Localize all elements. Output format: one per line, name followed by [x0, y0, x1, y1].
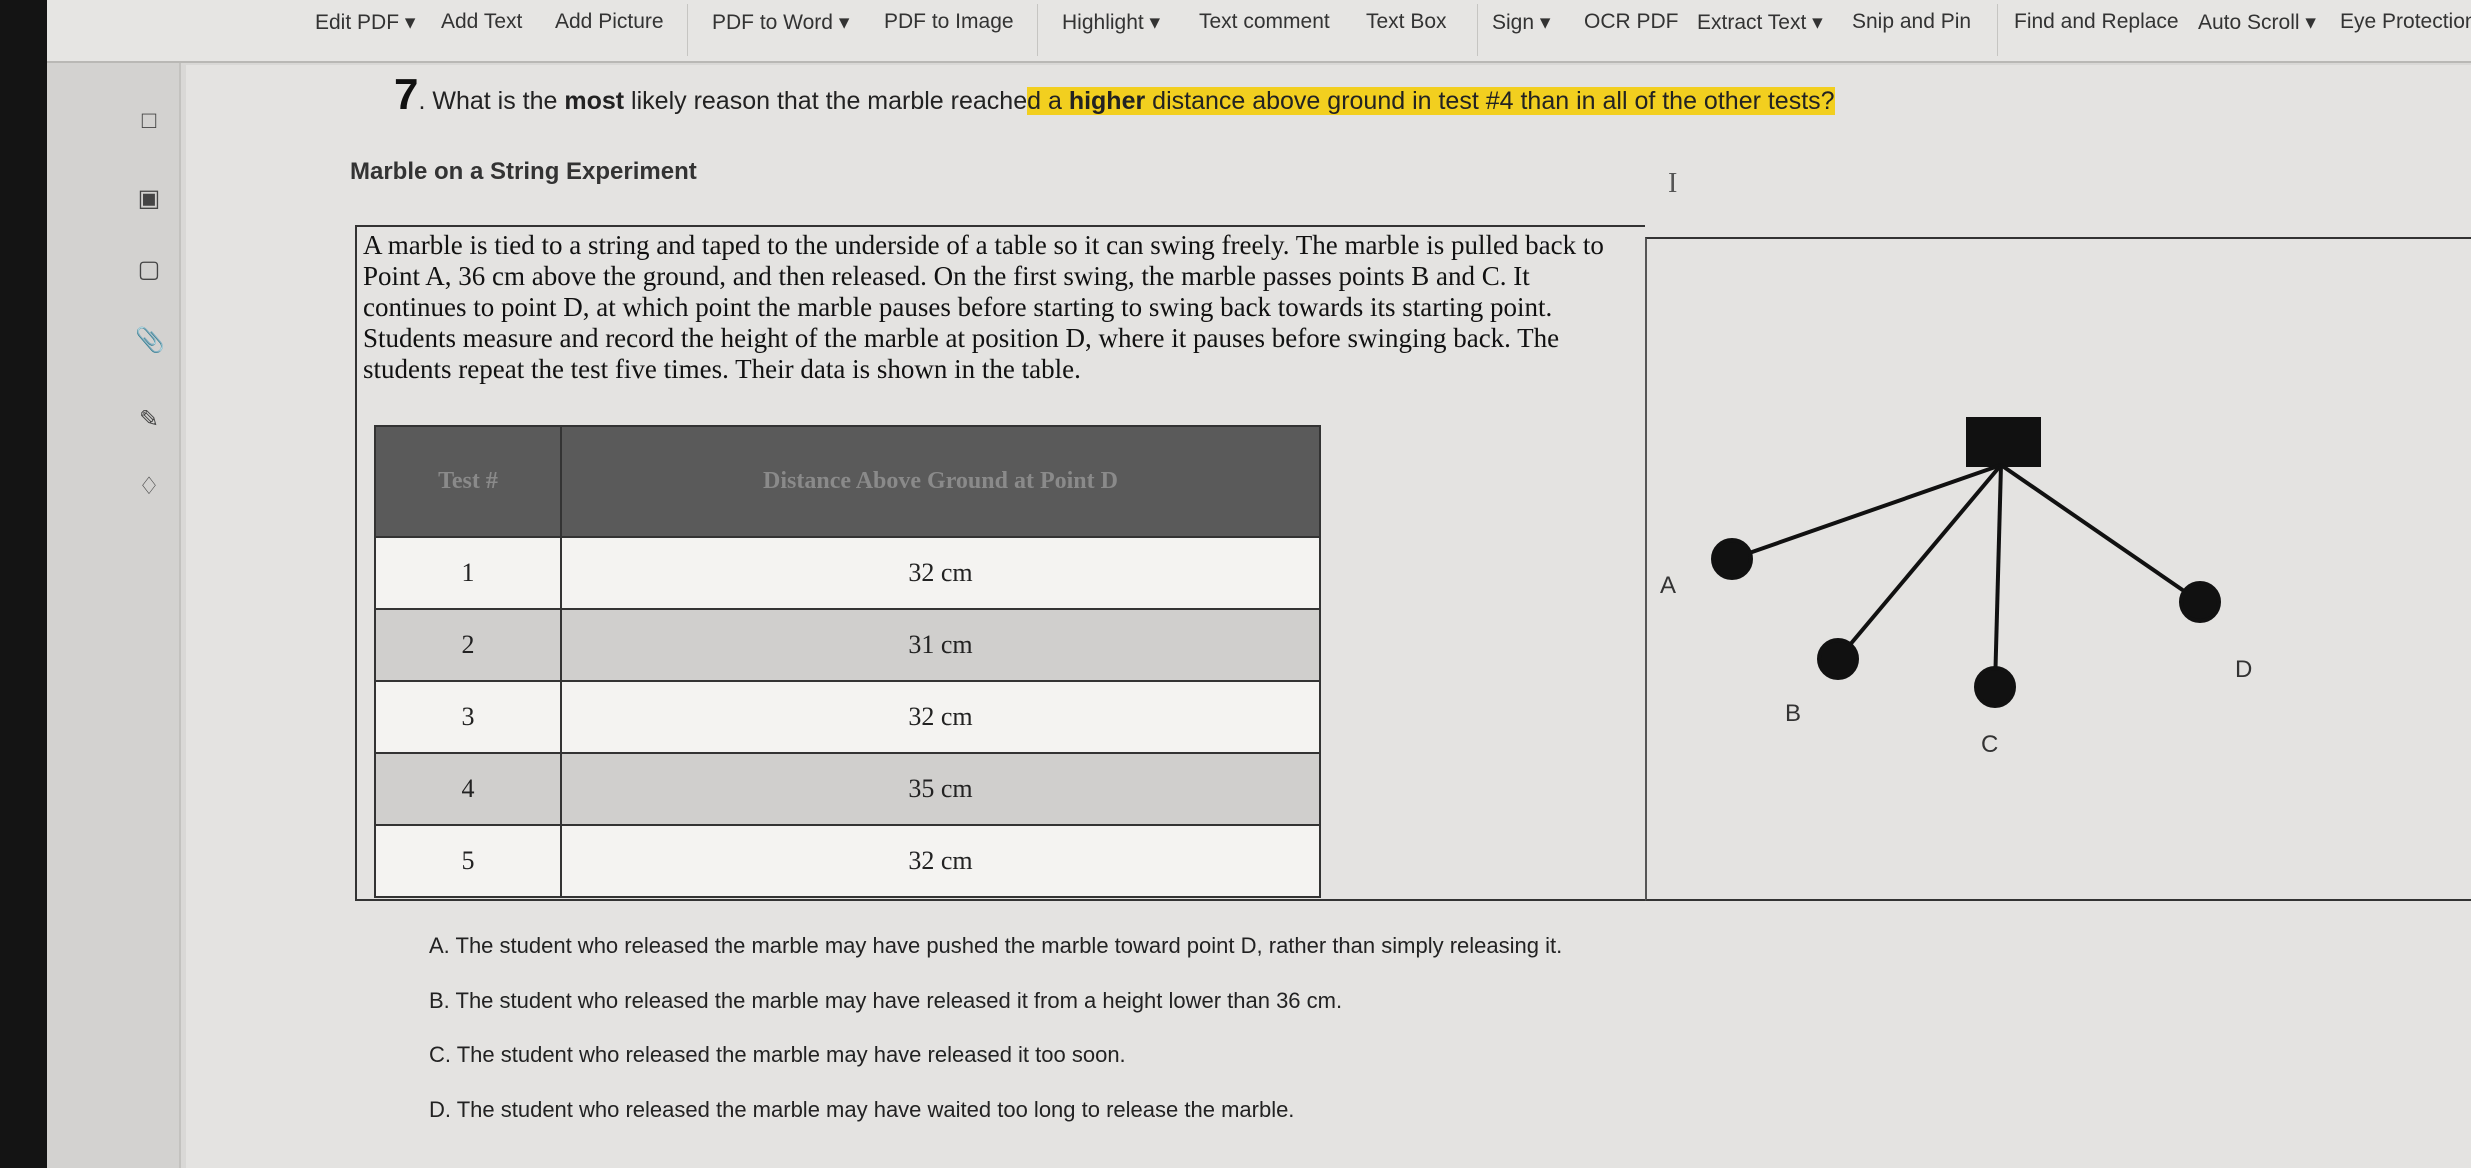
- ocr-pdf-button[interactable]: OCR PDF: [1584, 10, 1679, 34]
- passage-text: A marble is tied to a string and taped t…: [363, 230, 1604, 384]
- pdf-to-image-button[interactable]: PDF to Image: [884, 10, 1014, 34]
- pendulum-diagram: [1711, 417, 2221, 708]
- toolbar: Edit PDF ▾ Add Text Add Picture PDF to W…: [47, 0, 2471, 63]
- extract-text-button[interactable]: Extract Text ▾: [1697, 10, 1823, 35]
- comment-icon[interactable]: ▢: [135, 256, 163, 284]
- signature-icon[interactable]: ✎: [135, 406, 163, 434]
- point-c-label: C: [1981, 731, 1999, 758]
- cell: 32 cm: [560, 536, 1321, 610]
- marble-b: [1817, 638, 1859, 680]
- divider: [1997, 4, 1998, 56]
- attachment-icon[interactable]: 📎: [135, 327, 165, 355]
- cell: 2: [374, 608, 562, 682]
- left-sidebar: □ ▣ ▢ 📎 ✎ ♢: [47, 63, 181, 1168]
- data-table: Test # Distance Above Ground at Point D 1…: [374, 425, 1321, 898]
- table-row: 4 35 cm: [374, 752, 1321, 826]
- column-header: Distance Above Ground at Point D: [560, 425, 1321, 538]
- add-picture-button[interactable]: Add Picture: [555, 10, 664, 34]
- text-cursor-icon: I: [1668, 168, 1678, 199]
- text-box-button[interactable]: Text Box: [1366, 10, 1447, 34]
- string-c: [1993, 464, 2003, 688]
- find-and-replace-button[interactable]: Find and Replace: [2014, 10, 2179, 34]
- answer-choice-d[interactable]: D. The student who released the marble m…: [429, 1097, 1294, 1123]
- point-b-label: B: [1785, 700, 1802, 727]
- marble-d: [2179, 581, 2221, 623]
- pdf-to-word-button[interactable]: PDF to Word ▾: [712, 10, 849, 35]
- table-block: [1966, 417, 2041, 467]
- cell: 1: [374, 536, 562, 610]
- bookmark-icon[interactable]: □: [135, 107, 163, 135]
- table-header-row: Test # Distance Above Ground at Point D: [374, 425, 1321, 538]
- string-d: [1999, 463, 2202, 604]
- divider: [687, 4, 688, 56]
- sign-button[interactable]: Sign ▾: [1492, 10, 1550, 35]
- table-row: 2 31 cm: [374, 608, 1321, 682]
- answer-choice-a[interactable]: A. The student who released the marble m…: [429, 933, 1562, 959]
- eye-protection-button[interactable]: Eye Protection: [2340, 10, 2471, 34]
- cell: 3: [374, 680, 562, 754]
- highlighted-text[interactable]: d a higher distance above ground in test…: [1027, 87, 1835, 115]
- layers-icon[interactable]: ♢: [135, 473, 163, 501]
- add-text-button[interactable]: Add Text: [441, 10, 522, 34]
- point-a-label: A: [1660, 572, 1677, 599]
- highlight-button[interactable]: Highlight ▾: [1062, 10, 1160, 35]
- text-comment-button[interactable]: Text comment: [1199, 10, 1330, 34]
- auto-scroll-button[interactable]: Auto Scroll ▾: [2198, 10, 2316, 35]
- cell: 32 cm: [560, 680, 1321, 754]
- answer-choice-c[interactable]: C. The student who released the marble m…: [429, 1042, 1126, 1068]
- question-7: 7. What is the most likely reason that t…: [394, 70, 1835, 119]
- section-heading: Marble on a String Experiment: [350, 158, 697, 185]
- table-row: 5 32 cm: [374, 824, 1321, 898]
- marble-c: [1974, 666, 2016, 708]
- column-header: Test #: [374, 425, 562, 538]
- divider: [1037, 4, 1038, 56]
- cell: 31 cm: [560, 608, 1321, 682]
- cell: 4: [374, 752, 562, 826]
- thumbnail-icon[interactable]: ▣: [135, 185, 163, 213]
- table-row: 1 32 cm: [374, 536, 1321, 610]
- snip-and-pin-button[interactable]: Snip and Pin: [1852, 10, 1971, 34]
- edit-pdf-button[interactable]: Edit PDF ▾: [315, 10, 415, 35]
- divider: [1477, 4, 1478, 56]
- marble-a: [1711, 538, 1753, 580]
- cell: 32 cm: [560, 824, 1321, 898]
- screen-bezel: [0, 0, 47, 1168]
- answer-choice-b[interactable]: B. The student who released the marble m…: [429, 988, 1342, 1014]
- cell: 5: [374, 824, 562, 898]
- cell: 35 cm: [560, 752, 1321, 826]
- table-row: 3 32 cm: [374, 680, 1321, 754]
- point-d-label: D: [2235, 656, 2253, 683]
